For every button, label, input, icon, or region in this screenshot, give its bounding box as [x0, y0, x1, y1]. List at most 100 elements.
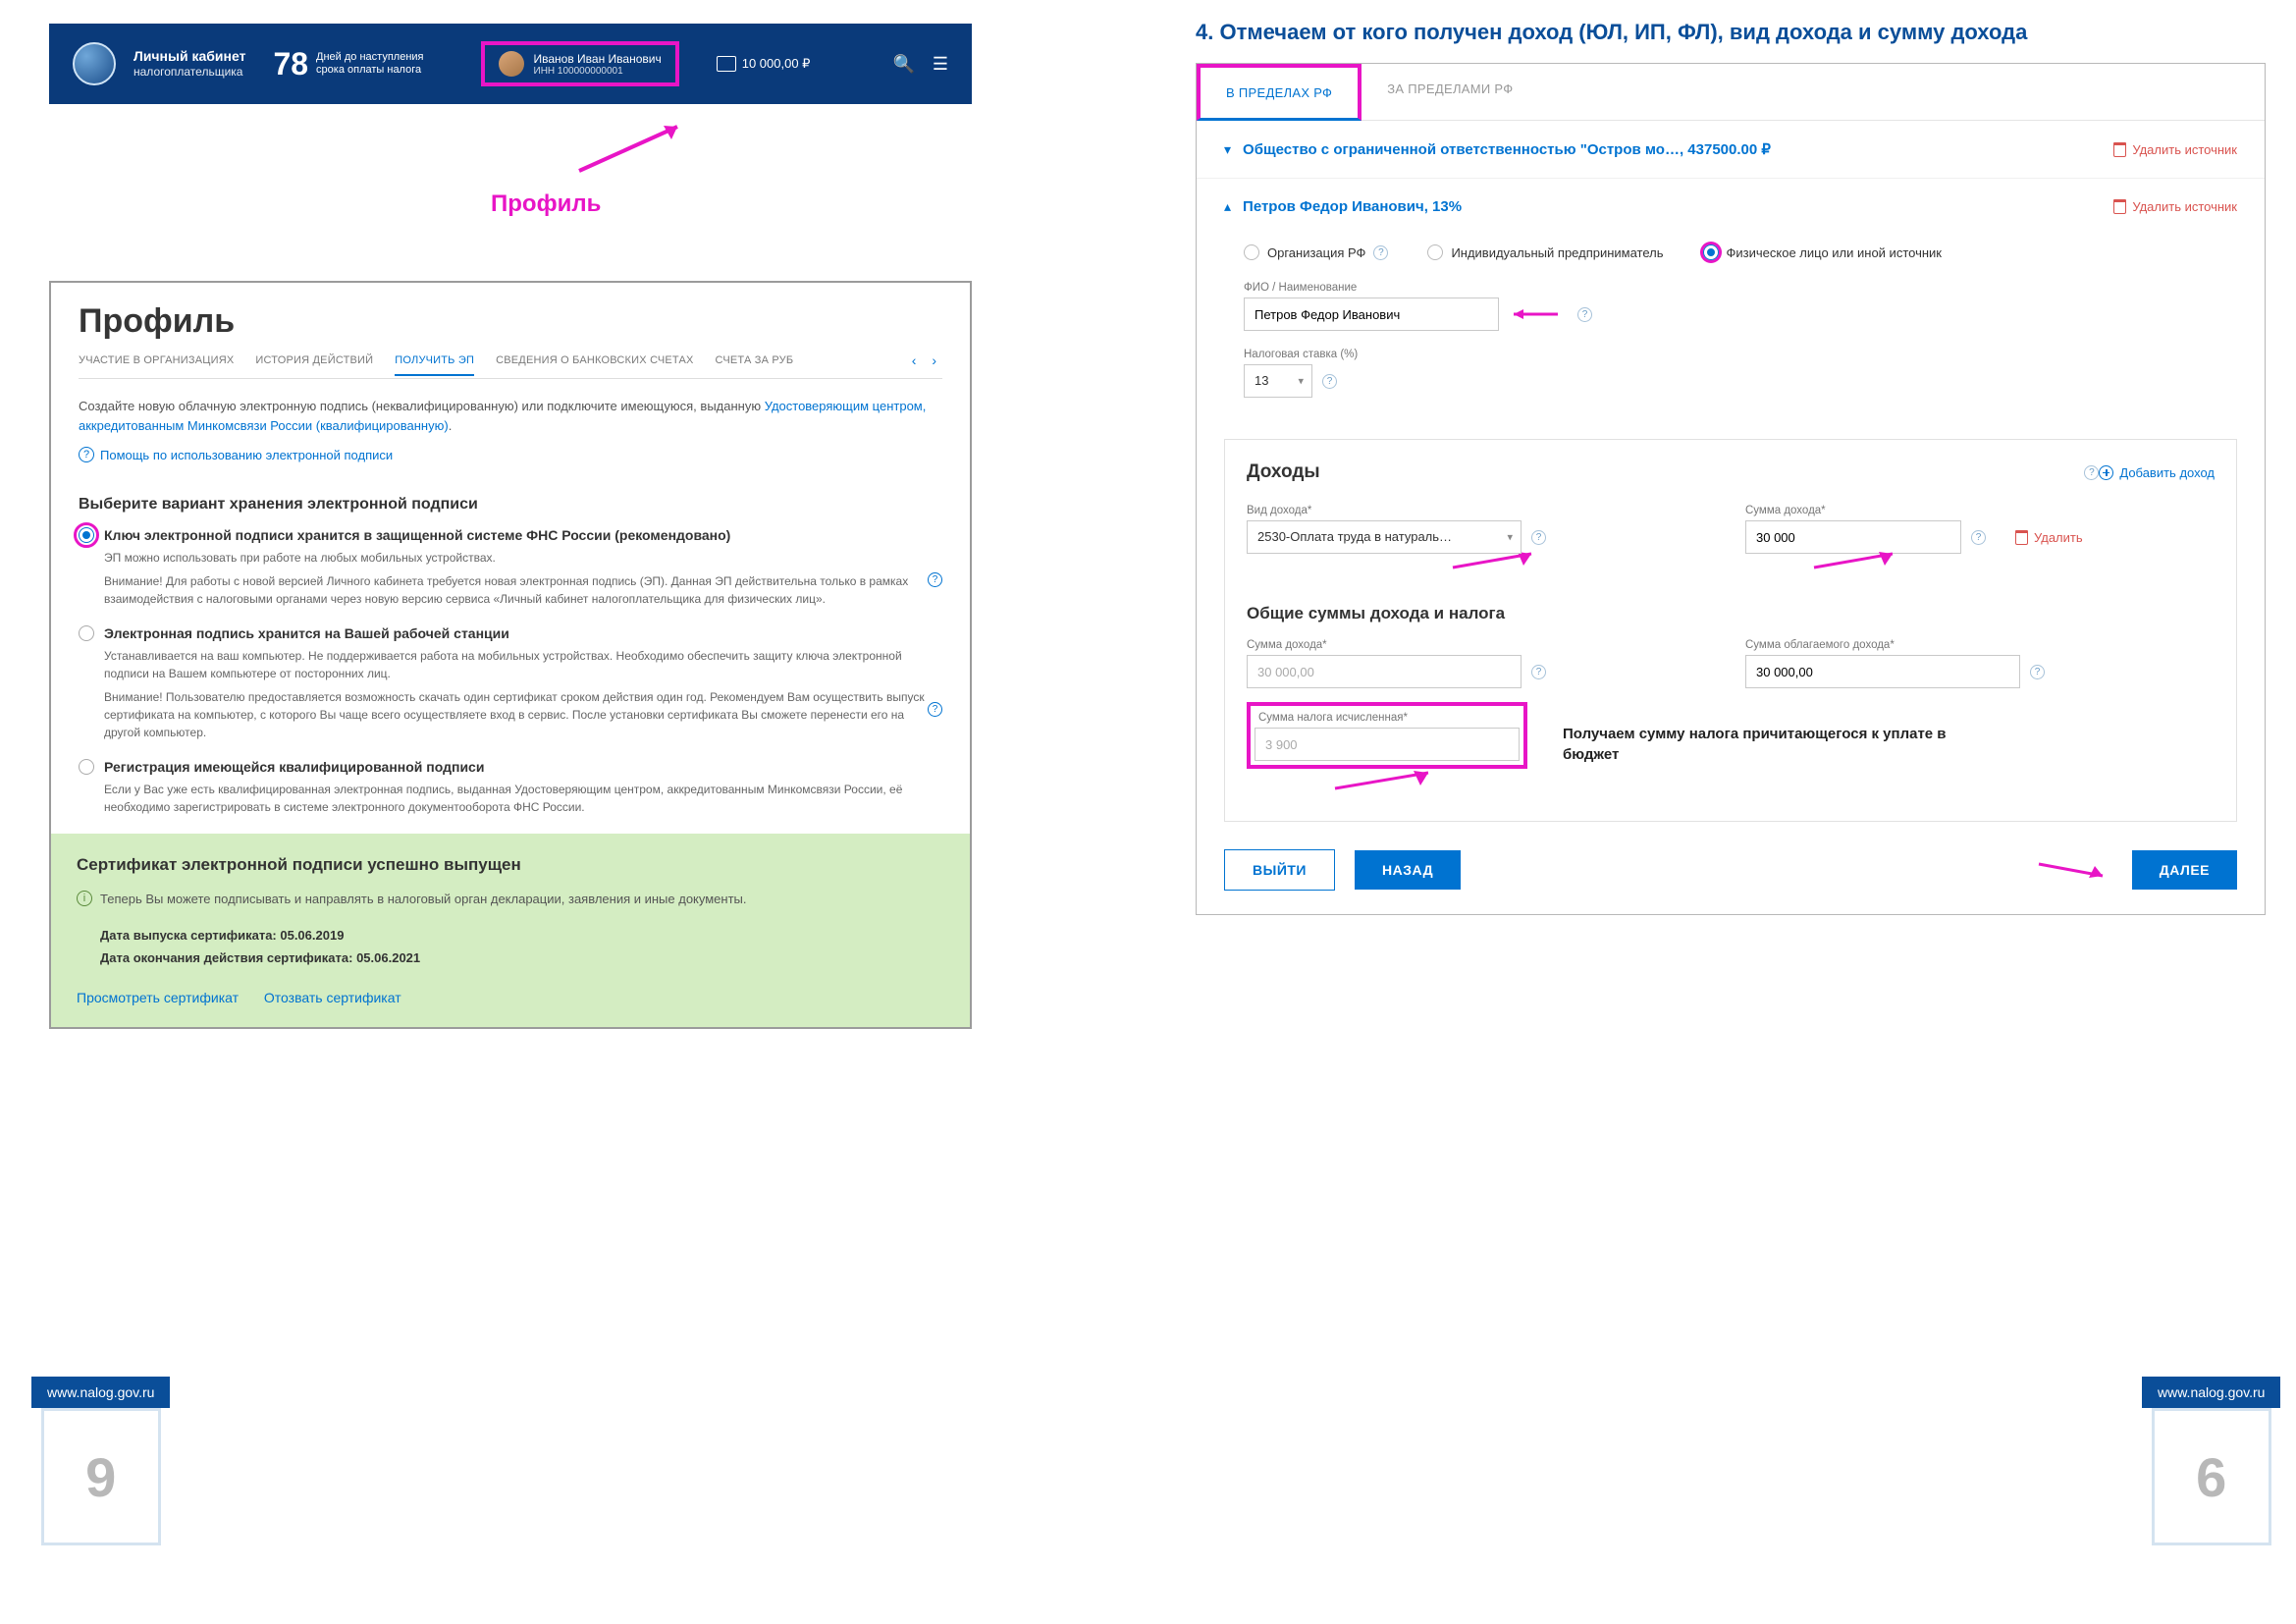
tax-calculated-highlight: Сумма налога исчисленная* [1247, 702, 1527, 769]
radio-icon [1427, 244, 1443, 260]
option-register-existing[interactable]: Регистрация имеющейся квалифицированной … [79, 759, 942, 816]
user-profile-button[interactable]: Иванов Иван Иванович ИНН 100000000001 [481, 41, 679, 86]
option-1-line1: ЭП можно использовать при работе на любы… [104, 549, 942, 567]
rate-select[interactable]: 13 ▾ [1244, 364, 1312, 398]
wallet-balance[interactable]: 10 000,00 ₽ [717, 56, 811, 72]
exit-button[interactable]: ВЫЙТИ [1224, 849, 1335, 891]
totals-row-1: Сумма дохода* ? Сумма облагаемого дохода… [1247, 639, 2215, 688]
tab-history[interactable]: ИСТОРИЯ ДЕЙСТВИЙ [255, 354, 373, 366]
option-fns-cloud[interactable]: Ключ электронной подписи хранится в защи… [79, 527, 942, 608]
taxable-input[interactable] [1745, 655, 2020, 688]
option-local-workstation[interactable]: Электронная подпись хранится на Вашей ра… [79, 625, 942, 741]
profile-tabs: УЧАСТИЕ В ОРГАНИЗАЦИЯХ ИСТОРИЯ ДЕЙСТВИЙ … [79, 352, 942, 379]
fio-input[interactable] [1244, 298, 1499, 331]
chevron-up-icon[interactable]: ▴ [1224, 198, 1231, 215]
certificate-links: Просмотреть сертификат Отозвать сертифик… [77, 990, 944, 1005]
trash-icon [2113, 199, 2126, 214]
radio-icon [1703, 244, 1719, 260]
fio-label: ФИО / Наименование [1244, 282, 2217, 294]
form-button-row: ВЫЙТИ НАЗАД ДАЛЕЕ [1197, 849, 2265, 891]
income-kind-label: Вид дохода* [1247, 505, 1716, 516]
help-icon[interactable]: ? [1322, 374, 1337, 389]
annotation-arrow-icon [1509, 304, 1568, 324]
search-icon[interactable]: 🔍 [892, 54, 914, 75]
tab-bank-accounts[interactable]: СВЕДЕНИЯ О БАНКОВСКИХ СЧЕТАХ [496, 354, 693, 366]
radio-option-1[interactable] [79, 527, 94, 543]
total-income-label: Сумма дохода* [1247, 639, 1716, 651]
footer-url: www.nalog.gov.ru [31, 1377, 170, 1408]
income-entry-row: Вид дохода* 2530-Оплата труда в натураль… [1247, 505, 2215, 578]
intro-text: Создайте новую облачную электронную подп… [79, 397, 942, 435]
page-footer-right: www.nalog.gov.ru 6 [2142, 1377, 2280, 1545]
help-icon: ? [79, 447, 94, 462]
info-icon[interactable]: ? [928, 572, 942, 587]
revoke-certificate-link[interactable]: Отозвать сертификат [264, 990, 401, 1005]
view-certificate-link[interactable]: Просмотреть сертификат [77, 990, 239, 1005]
certificate-dates: Дата выпуска сертификата: 05.06.2019 Дат… [100, 924, 944, 970]
rate-label: Налоговая ставка (%) [1244, 349, 2217, 360]
fio-field-row: ? [1244, 298, 2217, 331]
add-income-link[interactable]: Добавить доход [2099, 465, 2215, 480]
income-source-row-1[interactable]: ▾ Общество с ограниченной ответственност… [1197, 121, 2265, 179]
trash-icon [2113, 142, 2126, 157]
annotation-arrow-icon [1804, 550, 1902, 573]
app-title-line1: Личный кабинет [133, 47, 245, 65]
tab-in-rf[interactable]: В ПРЕДЕЛАХ РФ [1197, 64, 1362, 121]
certificate-success-box: Сертификат электронной подписи успешно в… [51, 834, 970, 1027]
tab-outside-rf[interactable]: ЗА ПРЕДЕЛАМИ РФ [1362, 64, 1538, 120]
radio-option-3[interactable] [79, 759, 94, 775]
annotation-arrow-icon [2034, 858, 2112, 882]
radio-individual[interactable]: Физическое лицо или иной источник [1703, 244, 1942, 260]
income-sum-input[interactable] [1745, 520, 1961, 554]
info-icon[interactable]: ? [928, 702, 942, 717]
annotation-profile-label: Профиль [491, 190, 601, 218]
delete-source-1[interactable]: Удалить источник [2113, 142, 2237, 157]
help-link[interactable]: ? Помощь по использованию электронной по… [79, 447, 393, 462]
profile-panel: Профиль УЧАСТИЕ В ОРГАНИЗАЦИЯХ ИСТОРИЯ Д… [49, 281, 972, 1029]
back-button[interactable]: НАЗАД [1355, 850, 1461, 890]
option-3-title: Регистрация имеющейся квалифицированной … [104, 759, 484, 775]
tax-calc-input [1255, 728, 1520, 761]
radio-icon [1244, 244, 1259, 260]
radio-ip[interactable]: Индивидуальный предприниматель [1427, 244, 1663, 260]
app-header: Личный кабинет налогоплательщика 78 Дней… [49, 24, 972, 104]
help-icon[interactable]: ? [1577, 307, 1592, 322]
income-source-row-2[interactable]: ▴ Петров Федор Иванович, 13% Удалить ист… [1197, 179, 2265, 235]
option-1-line2: Внимание! Для работы с новой версией Лич… [104, 572, 942, 608]
delete-source-2[interactable]: Удалить источник [2113, 199, 2237, 214]
delete-income-row[interactable]: Удалить [2015, 530, 2083, 545]
rate-field-row: 13 ▾ ? [1244, 364, 2217, 398]
option-2-line1: Устанавливается на ваш компьютер. Не под… [104, 647, 942, 682]
income-kind-select[interactable]: 2530-Оплата труда в натураль… ▾ [1247, 520, 1522, 554]
step-title: 4. Отмечаем от кого получен доход (ЮЛ, И… [1196, 20, 2266, 45]
tab-foreign-accounts[interactable]: СЧЕТА ЗА РУБ [716, 354, 794, 366]
help-icon[interactable]: ? [1531, 665, 1546, 679]
trash-icon [2015, 530, 2028, 545]
help-icon[interactable]: ? [1971, 530, 1986, 545]
wallet-amount: 10 000,00 ₽ [742, 56, 811, 72]
chevron-down-icon[interactable]: ▾ [1224, 141, 1231, 158]
help-icon[interactable]: ? [2030, 665, 2045, 679]
tab-get-ep[interactable]: ПОЛУЧИТЬ ЭП [395, 354, 474, 376]
income-form-panel: В ПРЕДЕЛАХ РФ ЗА ПРЕДЕЛАМИ РФ ▾ Общество… [1196, 63, 2266, 915]
page-number: 9 [41, 1408, 161, 1545]
radio-option-2[interactable] [79, 625, 94, 641]
radio-org-rf[interactable]: Организация РФ? [1244, 244, 1388, 260]
header-title: Личный кабинет налогоплательщика [133, 47, 245, 81]
page-number: 6 [2152, 1408, 2271, 1545]
help-icon[interactable]: ? [1531, 530, 1546, 545]
info-icon: i [77, 891, 92, 906]
tax-note-text: Получаем сумму налога причитающегося к у… [1563, 724, 1975, 765]
caret-down-icon: ▾ [1298, 375, 1304, 388]
days-text: Дней до наступления срока оплаты налога [316, 51, 423, 77]
help-icon[interactable]: ? [1373, 245, 1388, 260]
income-card: Доходы ? Добавить доход Вид дохода* 2530… [1224, 439, 2237, 822]
menu-icon[interactable]: ☰ [933, 54, 948, 75]
user-text: Иванов Иван Иванович ИНН 100000000001 [534, 52, 662, 77]
days-countdown: 78 Дней до наступления срока оплаты нало… [273, 46, 423, 82]
income-sum-label: Сумма дохода* [1745, 505, 2215, 516]
next-button[interactable]: ДАЛЕЕ [2132, 850, 2237, 890]
help-icon[interactable]: ? [2084, 465, 2099, 480]
tab-orgs[interactable]: УЧАСТИЕ В ОРГАНИЗАЦИЯХ [79, 354, 234, 366]
tabs-scroll-chevrons[interactable]: ‹ › [912, 352, 942, 368]
